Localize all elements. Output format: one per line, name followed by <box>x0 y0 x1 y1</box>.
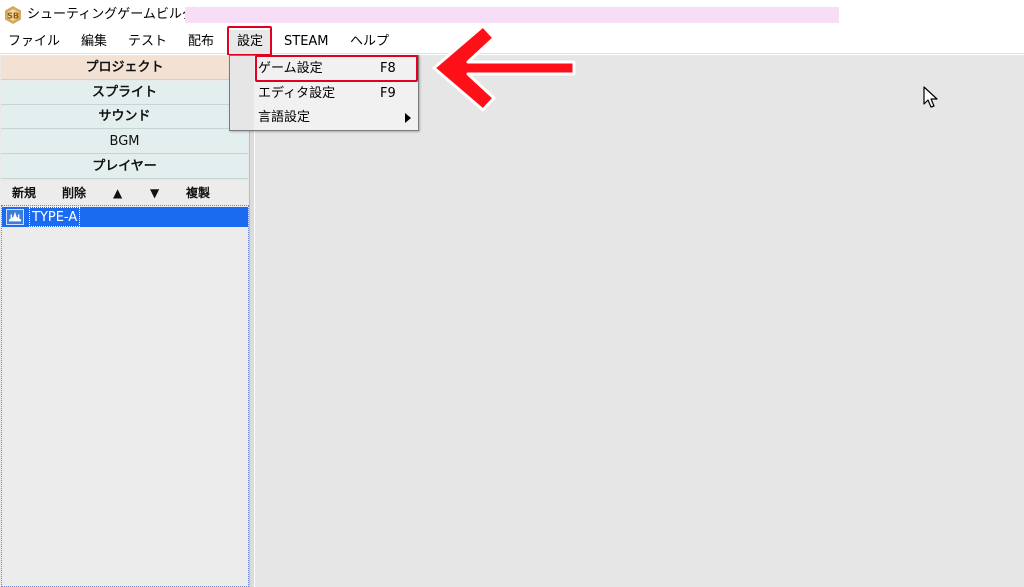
list-item-label: TYPE-A <box>29 207 81 227</box>
menu-file[interactable]: ファイル <box>8 30 60 54</box>
mouse-cursor-icon <box>923 86 938 108</box>
category-sprite[interactable]: スプライト <box>1 81 248 105</box>
category-project[interactable]: プロジェクト <box>1 56 248 80</box>
game-settings-highlight-box <box>255 55 418 82</box>
svg-text:SB: SB <box>7 12 19 21</box>
menu-help[interactable]: ヘルプ <box>350 30 389 54</box>
menu-item-editor-settings[interactable]: エディタ設定 F9 <box>230 82 418 106</box>
duplicate-button[interactable]: 複製 <box>186 181 210 205</box>
main-editor-area <box>255 55 1024 587</box>
settings-menu-highlight-box <box>227 26 272 56</box>
app-logo-icon: SB <box>5 6 21 24</box>
list-item[interactable]: TYPE-A <box>2 207 248 227</box>
menu-item-label: 言語設定 <box>258 110 311 125</box>
category-sound[interactable]: サウンド <box>1 105 248 129</box>
move-down-button[interactable]: ▼ <box>150 181 159 205</box>
menu-item-label: エディタ設定 <box>258 86 336 101</box>
menu-test[interactable]: テスト <box>128 30 167 54</box>
category-player[interactable]: プレイヤー <box>1 155 248 179</box>
menu-item-language-settings[interactable]: 言語設定 <box>230 106 418 130</box>
new-button[interactable]: 新規 <box>12 181 36 205</box>
player-list[interactable]: TYPE-A <box>1 205 249 587</box>
list-toolbar: 新規 削除 ▲ ▼ 複製 <box>0 181 248 205</box>
category-bgm[interactable]: BGM <box>1 130 248 154</box>
red-arrow-icon <box>432 24 576 112</box>
submenu-arrow-icon <box>405 113 411 123</box>
left-panel: プロジェクト スプライト サウンド BGM プレイヤー 新規 削除 ▲ ▼ 複製… <box>0 55 254 587</box>
move-up-button[interactable]: ▲ <box>113 181 122 205</box>
menu-distribute[interactable]: 配布 <box>188 30 214 54</box>
menu-edit[interactable]: 編集 <box>81 30 107 54</box>
menu-item-shortcut: F9 <box>380 86 396 101</box>
delete-button[interactable]: 削除 <box>62 181 86 205</box>
ship-icon <box>6 209 24 225</box>
menu-steam[interactable]: STEAM <box>284 30 329 54</box>
panel-splitter[interactable] <box>249 55 254 587</box>
window-title: シューティングゲームビルダー <box>27 7 208 22</box>
